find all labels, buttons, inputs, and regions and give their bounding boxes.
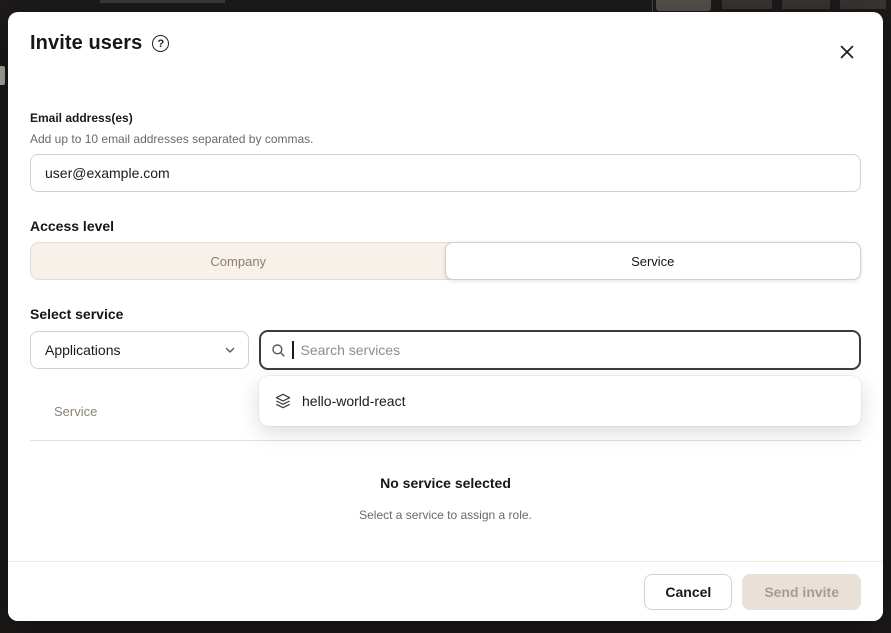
email-hint: Add up to 10 email addresses separated b… (30, 132, 861, 146)
background-nav-button (656, 0, 711, 11)
title-row: Invite users ? (30, 32, 169, 55)
background-nav-button (722, 0, 772, 9)
modal-footer: Cancel Send invite (8, 561, 883, 621)
email-input[interactable] (30, 154, 861, 192)
access-option-service[interactable]: Service (445, 242, 862, 280)
select-service-label: Select service (30, 306, 861, 322)
service-search-input[interactable] (300, 332, 850, 368)
service-category-value: Applications (45, 342, 121, 358)
layers-icon (275, 393, 291, 409)
service-category-dropdown[interactable]: Applications (30, 331, 249, 369)
chevron-down-icon (224, 344, 236, 356)
help-icon[interactable]: ? (152, 35, 169, 52)
modal-body: Email address(es) Add up to 10 email add… (8, 111, 883, 522)
background-nav-button (782, 0, 830, 9)
empty-state-title: No service selected (30, 475, 861, 491)
background-nav-button (840, 0, 886, 9)
access-level-toggle: Company Service (30, 242, 861, 280)
table-divider (30, 440, 861, 441)
send-invite-button[interactable]: Send invite (742, 574, 861, 610)
background-text-remnant (0, 66, 5, 85)
cancel-button[interactable]: Cancel (644, 574, 732, 610)
modal-title: Invite users (30, 32, 142, 55)
search-results-panel: hello-world-react (259, 376, 861, 426)
service-search-field[interactable] (259, 330, 861, 370)
search-result-item[interactable]: hello-world-react (263, 380, 857, 422)
access-option-company[interactable]: Company (31, 243, 446, 279)
modal-header: Invite users ? (8, 12, 883, 55)
search-icon (271, 343, 286, 358)
empty-state-subtitle: Select a service to assign a role. (30, 508, 861, 522)
service-picker-row: Applications (30, 330, 861, 370)
background-nav-separator (652, 0, 653, 12)
background-nav-remnant (100, 0, 225, 3)
access-level-label: Access level (30, 218, 861, 234)
search-result-label: hello-world-react (302, 393, 405, 409)
close-icon[interactable] (835, 40, 859, 64)
email-section: Email address(es) Add up to 10 email add… (30, 111, 861, 192)
text-cursor (292, 341, 294, 359)
email-label: Email address(es) (30, 111, 861, 125)
invite-users-modal: Invite users ? Email address(es) Add up … (8, 12, 883, 621)
